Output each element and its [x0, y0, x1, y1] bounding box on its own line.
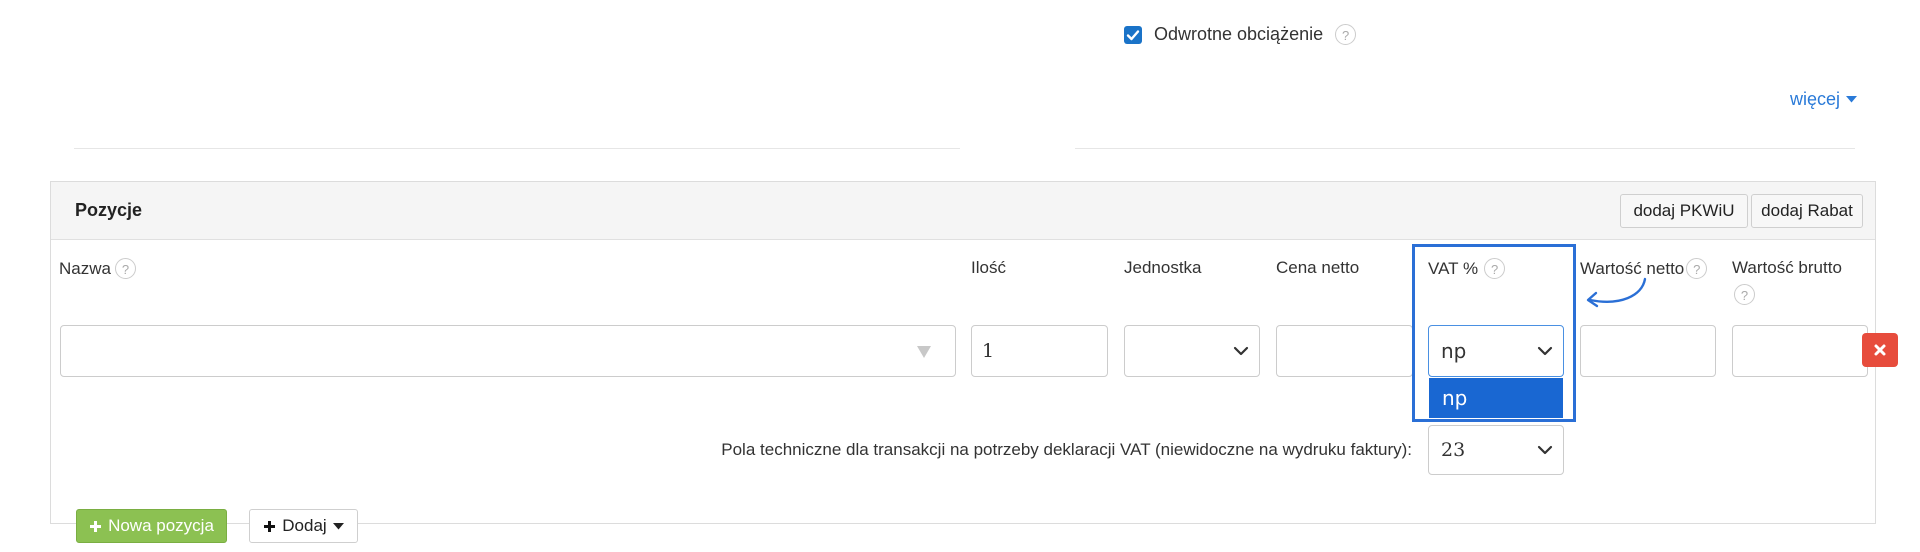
checkbox-checked-icon[interactable]: [1124, 25, 1142, 44]
triangle-down-icon: [917, 346, 931, 358]
reverse-charge-checkbox[interactable]: Odwrotne obciążenie ?: [1124, 24, 1357, 45]
vat-column-highlight: [1412, 244, 1576, 422]
help-icon[interactable]: ?: [1686, 258, 1708, 279]
help-icon[interactable]: ?: [1335, 24, 1357, 45]
positions-title: Pozycje: [75, 200, 143, 220]
curved-arrow-icon: [1586, 277, 1647, 308]
name-select[interactable]: [60, 325, 956, 377]
help-icon[interactable]: ?: [1734, 284, 1755, 305]
tech-fields-label: Pola techniczne dla transakcji na potrze…: [721, 440, 1412, 459]
divider-right: [1075, 148, 1855, 149]
add-discount-button[interactable]: dodaj Rabat: [1751, 194, 1863, 228]
more-link[interactable]: więcej: [1790, 89, 1858, 110]
column-header-name: Nazwa ?: [59, 258, 136, 279]
more-link-label[interactable]: więcej: [1790, 89, 1840, 110]
chevron-down-icon: [1233, 346, 1249, 356]
net-value-input[interactable]: [1580, 325, 1716, 377]
tech-vat-select[interactable]: 23: [1428, 425, 1564, 475]
column-header-quantity: Ilość: [971, 258, 1006, 277]
gross-value-input[interactable]: [1732, 325, 1868, 377]
chevron-down-icon: [1537, 445, 1553, 455]
column-header-gross-value: Wartość brutto: [1732, 258, 1842, 277]
caret-down-icon: [332, 522, 344, 529]
column-header-net-price: Cena netto: [1276, 258, 1360, 277]
close-icon: [1874, 344, 1886, 356]
new-position-label[interactable]: Nowa pozycja: [108, 516, 214, 536]
unit-select[interactable]: [1124, 325, 1260, 377]
add-pkwiu-button[interactable]: dodaj PKWiU: [1620, 194, 1748, 228]
quantity-input[interactable]: 1: [971, 325, 1108, 377]
add-button-label[interactable]: Dodaj: [282, 516, 326, 536]
tech-vat-select-value: 23: [1441, 439, 1466, 461]
delete-row-button[interactable]: [1862, 333, 1898, 367]
plus-icon: [90, 520, 102, 532]
column-header-name-label: Nazwa: [59, 258, 111, 278]
column-header-unit: Jednostka: [1124, 258, 1202, 277]
reverse-charge-label[interactable]: Odwrotne obciążenie: [1154, 24, 1323, 45]
caret-down-icon: [1846, 96, 1858, 103]
add-dropdown-button[interactable]: Dodaj: [249, 509, 358, 543]
new-position-button[interactable]: Nowa pozycja: [76, 509, 227, 543]
divider-left: [74, 148, 960, 149]
net-price-input[interactable]: [1276, 325, 1413, 377]
quantity-input-value: 1: [982, 340, 995, 362]
positions-panel-header: [51, 182, 1875, 240]
help-icon[interactable]: ?: [114, 258, 136, 279]
plus-icon: [264, 520, 276, 532]
